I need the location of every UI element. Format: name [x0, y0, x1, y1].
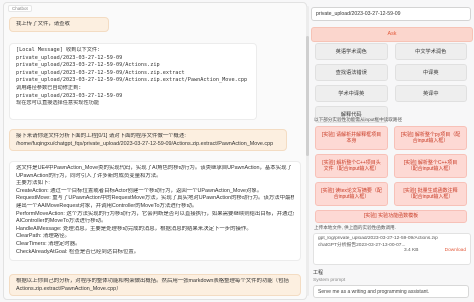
section-label: 工程	[313, 270, 324, 276]
button-label: 合input输入框）	[333, 194, 370, 200]
button-label: 本身	[346, 138, 357, 144]
function-template-button[interactable]: [实验] 实验功能函数模板	[315, 210, 467, 223]
message-line: 接下来请你逐文件分析下面的工程[0/1] 请对下面的程序文件做一个概述:	[16, 133, 186, 139]
message-line: /home/fuqingxu/chatgpt_fqs/private_uploa…	[16, 140, 274, 147]
chat-scrollbar[interactable]	[306, 6, 309, 296]
button-label: 文件（配合input输入框）	[323, 166, 380, 172]
file-name-secondary: chatGPT分析报告2023-03-27-13-00-07...	[318, 243, 406, 248]
message-line: HandleAIMessage: 处理消息，主要是处理移动完成的消息，根据消息的…	[16, 225, 252, 232]
analyze-self-button[interactable]: [实验] 请解析并解释框项目 本身	[315, 126, 388, 150]
system-prompt-label: System prompt	[313, 278, 346, 283]
message-line: PerformMoveAction: 这个方法实现的行为移动行为，它会判断是否可…	[16, 210, 294, 217]
message-line: [Local Message] 收到以下文件:	[16, 47, 101, 53]
message-line: private_upload/2023-03-27-12-59-09	[16, 54, 123, 61]
analyze-cpp-project-button[interactable]: [实验] 解析整个C++项目 （配合input输入框）	[394, 154, 467, 178]
academic-zh-to-en-button[interactable]: 学术中译英	[315, 85, 388, 102]
ask-button[interactable]: Ask	[311, 27, 473, 42]
download-link[interactable]: Download	[445, 248, 466, 253]
message-line: RequestMove: 重写了UPawnAction中的RequestMove…	[16, 195, 294, 202]
scrollbar-thumb[interactable]	[306, 36, 309, 156]
message-line: AIController的MoveTo方法进行移动。	[16, 218, 107, 225]
analyze-py-project-button[interactable]: [实验] 解析整个py项目（配 合input输入框）	[394, 126, 467, 150]
english-polish-button[interactable]: 英语学术润色	[315, 43, 388, 60]
uploaded-file-row: gpt_log/private_upload/2023-03-27-12-59-…	[318, 236, 466, 253]
grammar-check-button[interactable]: 查找语法错误	[315, 64, 388, 81]
chatbot-label: Chatbot	[8, 5, 32, 12]
message-line: 根据以上你自己的分析，对程序的整体功能和构架做出概括。然后用一张markdown…	[16, 278, 289, 284]
message-line: 现在您可以直接选择任意实现性功能	[16, 100, 100, 107]
message-line: 我上传了文件，请查收	[16, 21, 70, 27]
message-line: CheckAlreadyAtGoal: 检查是否已经到达目标位置。	[16, 248, 140, 255]
experimental-button-grid: [实验] 请解析并解释框项目 本身 [实验] 解析整个py项目（配 合input…	[315, 126, 467, 223]
path-input[interactable]: private_upload/2023-03-27-12-59-09	[311, 7, 471, 21]
user-message: 接下来请你逐文件分析下面的工程[0/1] 请对下面的程序文件做一个概述: /ho…	[9, 129, 287, 151]
analyze-cpp-headers-button[interactable]: [实验] 解析整个C++项目头 文件（配合input输入框）	[315, 154, 388, 178]
message-line: private_upload/2023-03-27-12-59-09/Actio…	[16, 69, 185, 76]
message-line: UPawnAction的行为，同时引入了许多新的成员变量和方法。	[16, 172, 162, 179]
message-line: 主要方法如下:	[16, 180, 50, 187]
upload-hint: 上传本地文件, 供上面的实验性函数调用.	[314, 225, 396, 230]
experimental-hint: 以下部分实验性功能需从input框中读取路径	[314, 117, 403, 122]
zh-to-en-button[interactable]: 中译英	[394, 64, 467, 81]
message-line: 调用路径参数已自动修正到:	[16, 84, 82, 91]
message-line: ClearTimers: 清理定时器。	[16, 240, 81, 247]
file-upload-area[interactable]: gpt_log/private_upload/2023-03-27-12-59-…	[313, 233, 471, 265]
message-line: Actions.zip.extract/PawnAction_Move.cpp）	[16, 285, 122, 292]
user-message: 我上传了文件，请查收	[9, 17, 109, 32]
button-label: （配合input输入框）	[407, 166, 454, 172]
message-line: private_upload/2023-03-27-12-59-09	[16, 92, 123, 99]
button-label: [实验] 实验功能函数模板	[363, 213, 419, 220]
tex-abstract-button[interactable]: [实验] 读tex论文写摘要（配 合input输入框）	[315, 182, 388, 206]
chatbot-panel: Chatbot 我上传了文件，请查收 [Local Message] 收到以下文…	[3, 2, 307, 300]
button-label: （配合input输入框）	[407, 194, 454, 200]
button-label: 合input输入框）	[412, 138, 449, 144]
function-button-grid: 英语学术润色 中文学术润色 查找语法错误 中译英 学术中译英 英译中 解释代码	[315, 43, 467, 123]
bot-message: [Local Message] 收到以下文件: private_upload/2…	[9, 43, 257, 120]
chinese-polish-button[interactable]: 中文学术润色	[394, 43, 467, 60]
batch-comment-button[interactable]: [实验] 批量生成函数注释 （配合input输入框）	[394, 182, 467, 206]
message-line: 这文件是UE4中PawnAction_Move类的实现代码，实现了AI角色的移动…	[16, 165, 292, 171]
message-line: CreateAction: 通过一个目标位置或者目标Actor创建一个移动行为，…	[16, 187, 263, 194]
message-line: private_upload/2023-03-27-12-59-09/Actio…	[16, 77, 248, 84]
message-line: 建出一个AAIMoveRequest对象，并调用Controller的MoveT…	[16, 202, 198, 209]
message-line: ClearPath: 清理路径。	[16, 233, 70, 240]
bot-message: 这文件是UE4中PawnAction_Move类的实现代码，实现了AI角色的移动…	[9, 161, 301, 261]
system-prompt-input[interactable]: Serve me as a writing and programming as…	[313, 285, 469, 298]
file-size: 3.4 KB	[404, 248, 419, 253]
user-message: 根据以上你自己的分析，对程序的整体功能和构架做出概括。然后用一张markdown…	[9, 274, 301, 296]
message-line: private_upload/2023-03-27-12-59-09/Actio…	[16, 62, 160, 69]
en-to-zh-button[interactable]: 英译中	[394, 85, 467, 102]
